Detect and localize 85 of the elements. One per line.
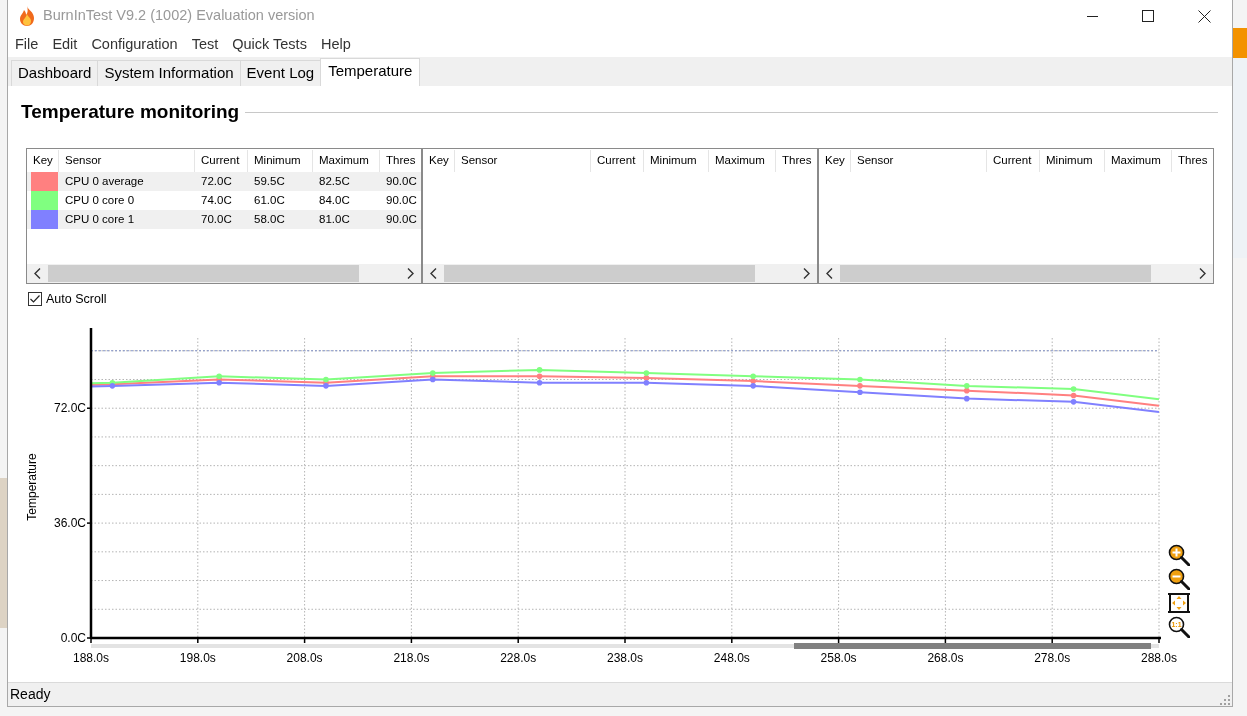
menu-item[interactable]: Configuration (84, 33, 185, 56)
table-cell-text: 59.5C (253, 174, 286, 189)
x-tick-label: 218.0s (393, 650, 430, 665)
x-tick-label: 198.0s (179, 650, 216, 665)
x-tick-label: 288.0s (1141, 650, 1177, 665)
table-row[interactable]: CPU 0 core 1 70.0C 58.0C 81.0C 90.0C (27, 210, 421, 229)
y-tick-label: 36.0C (53, 515, 86, 530)
table-cell-text: 84.0C (318, 193, 351, 208)
x-tick-label: 248.0s (713, 650, 750, 665)
table-cell-text: 72.0C (200, 174, 233, 189)
table-cell-text: 90.0C (385, 212, 418, 227)
table-cell-text: 81.0C (318, 212, 351, 227)
column-header[interactable]: Key (819, 150, 851, 172)
table-cell-text: 61.0C (253, 193, 286, 208)
menu-item[interactable]: Quick Tests (225, 33, 314, 56)
column-header[interactable]: Key (423, 150, 455, 172)
zoom-out-icon (1168, 567, 1190, 590)
table-cell-text: CPU 0 average (64, 174, 145, 189)
horizontal-scrollbar[interactable] (27, 264, 421, 283)
maximize-icon (1142, 10, 1154, 22)
x-tick-label: 258.0s (820, 650, 857, 665)
table-cell-text: CPU 0 core 0 (64, 193, 136, 208)
flame-icon (19, 6, 35, 26)
axis-title: Temperature (25, 453, 39, 521)
tab[interactable]: Temperature (320, 58, 421, 86)
column-header[interactable]: Sensor (851, 150, 987, 172)
scroll-right-icon (407, 268, 414, 279)
tab[interactable]: Event Log (239, 60, 321, 86)
scrollbar-thumb[interactable] (444, 265, 755, 282)
banner-strip (1233, 28, 1247, 58)
table-cell-text: 74.0C (200, 193, 233, 208)
column-header[interactable]: Sensor (455, 150, 591, 172)
scroll-left-icon (826, 268, 833, 279)
scroll-right-icon (1199, 268, 1206, 279)
checkbox[interactable] (28, 292, 42, 307)
column-header[interactable]: Current (987, 150, 1040, 172)
menu-item[interactable]: File (8, 33, 46, 56)
close-icon (1197, 9, 1211, 23)
status-text: Ready (10, 685, 51, 704)
x-tick-label: 278.0s (1034, 650, 1071, 665)
scrollbar-thumb[interactable] (840, 265, 1151, 282)
x-tick-label: 238.0s (607, 650, 643, 665)
x-tick-label: 228.0s (500, 650, 537, 665)
fit-to-window-icon (1168, 591, 1190, 614)
column-header[interactable]: Thres (1172, 150, 1213, 172)
column-header[interactable]: Minimum (1040, 150, 1105, 172)
table-cell-text: CPU 0 core 1 (64, 212, 136, 227)
scroll-right-icon (803, 268, 810, 279)
table-cell-text: 58.0C (253, 212, 286, 227)
column-header[interactable]: Maximum (709, 150, 776, 172)
scroll-left-icon (430, 268, 437, 279)
fit-button[interactable] (1167, 590, 1191, 615)
scrollbar-thumb[interactable] (48, 265, 359, 282)
minimize-icon (1086, 15, 1098, 17)
zoom-in-icon (1168, 543, 1190, 566)
table-cell-text: 82.5C (318, 174, 351, 189)
menu-item[interactable]: Help (313, 33, 358, 56)
y-tick-label: 0.0C (60, 630, 86, 645)
section-title: Temperature monitoring (21, 99, 240, 124)
table-row[interactable]: CPU 0 average 72.0C 59.5C 82.5C 90.0C (27, 172, 421, 191)
menu-item[interactable]: Test (184, 33, 226, 56)
check-icon (30, 295, 40, 304)
x-tick-label: 268.0s (927, 650, 964, 665)
window-title: BurnInTest V9.2 (1002) Evaluation version (43, 6, 315, 26)
tab[interactable]: System Information (97, 60, 240, 86)
table-cell-text: 70.0C (200, 212, 233, 227)
checkbox-label: Auto Scroll (46, 291, 107, 308)
zoom-out-button[interactable] (1167, 566, 1191, 591)
chart-scrollbar[interactable] (91, 642, 1159, 649)
table-cell-text: 90.0C (385, 174, 418, 189)
table-cell-text: 90.0C (385, 193, 418, 208)
zoom-in-button[interactable] (1167, 542, 1191, 567)
menu-item[interactable]: Edit (45, 33, 85, 56)
column-header[interactable]: Maximum (1105, 150, 1172, 172)
column-header[interactable]: Minimum (644, 150, 709, 172)
x-tick-label: 188.0s (73, 650, 109, 665)
column-header[interactable]: Current (591, 150, 644, 172)
horizontal-scrollbar[interactable] (423, 264, 817, 283)
y-tick-label: 72.0C (53, 400, 86, 415)
horizontal-scrollbar[interactable] (819, 264, 1213, 283)
column-header[interactable]: Thres (380, 150, 421, 172)
x-tick-label: 208.0s (286, 650, 323, 665)
column-header[interactable]: Thres (776, 150, 817, 172)
tab[interactable]: Dashboard (11, 60, 98, 86)
scroll-left-icon (34, 268, 41, 279)
